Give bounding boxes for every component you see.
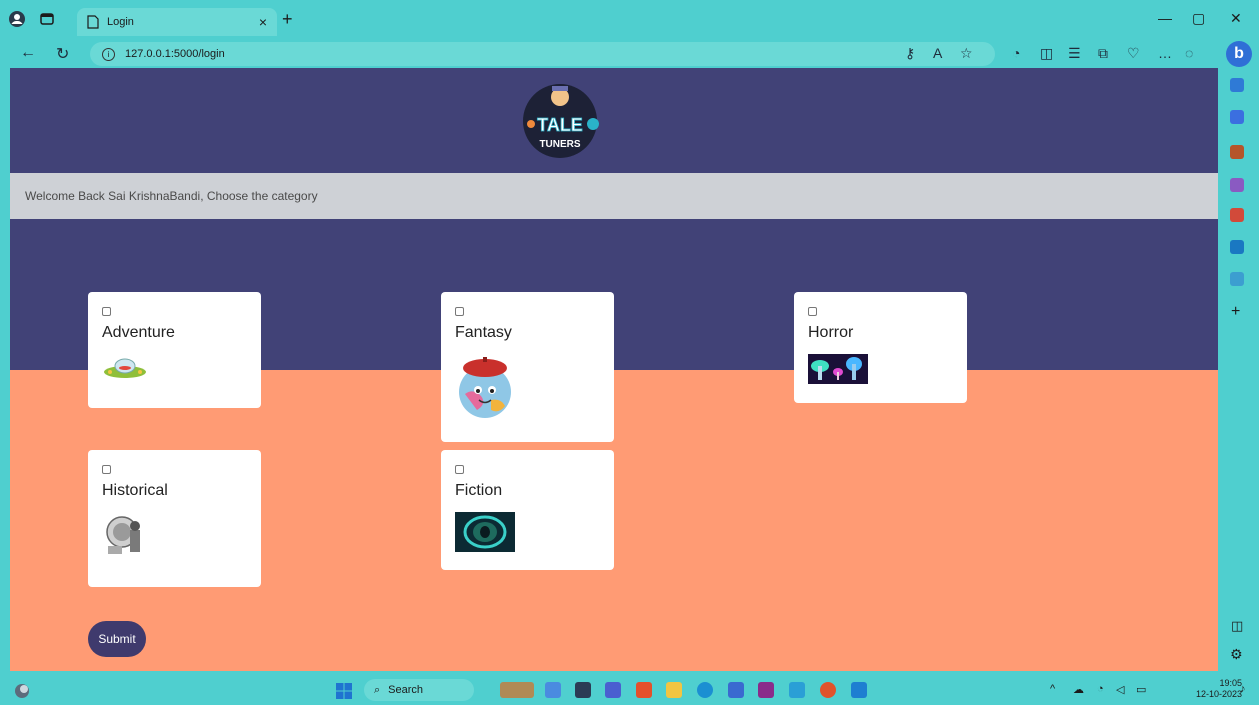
taskbar-clock[interactable]: 19:05 12-10-2023 [1196,678,1242,700]
back-arrow-icon[interactable]: ← [20,44,36,62]
welcome-text: Welcome Back Sai KrishnaBandi, Choose th… [25,189,318,203]
historical-checkbox[interactable] [102,465,111,474]
beret-globe-image [459,357,511,418]
onedrive-icon[interactable]: ☁ [1073,683,1084,696]
address-bar[interactable]: i 127.0.0.1:5000/login [90,42,995,66]
key-icon[interactable]: ⚷ [905,45,915,62]
collections-icon[interactable]: ⧉ [1098,45,1108,62]
ufo-image [104,358,146,378]
vscode-icon[interactable] [851,682,867,698]
desktop-icon[interactable] [575,682,591,698]
store-icon[interactable] [728,682,744,698]
knight-armor-image [102,512,146,558]
info-icon[interactable]: i [102,47,115,61]
fantasy-checkbox[interactable] [455,307,464,316]
windows-start-icon[interactable] [335,682,353,700]
widgets-icon[interactable] [500,682,534,698]
bing-icon[interactable]: b [1226,41,1252,67]
chevron-up-icon[interactable]: ^ [1050,683,1055,695]
navigation-bar: ← ↻ i 127.0.0.1:5000/login ⚷ A ☆ ◔ ◫ ☰ ⧉… [0,40,1222,68]
taskbar-search[interactable]: ⌕ Search [364,679,474,701]
notification-bell-icon[interactable]: ♪ [1240,683,1246,695]
clock-time: 19:05 [1219,678,1243,688]
tab-title: Login [107,16,134,28]
copilot-icon[interactable]: ◌ [1185,45,1193,61]
edge-icon[interactable] [697,682,713,698]
git-icon[interactable] [789,682,805,698]
category-card-horror[interactable]: Horror [794,292,967,403]
teams-icon[interactable] [605,682,621,698]
file-explorer-icon[interactable] [666,682,682,698]
logo-text-top: TALE [537,115,583,135]
send-icon[interactable] [1230,272,1244,286]
new-tab-button[interactable]: + [282,9,293,30]
minimize-button[interactable]: — [1158,10,1172,26]
adventure-checkbox[interactable] [102,307,111,316]
close-tab-icon[interactable]: × [259,14,267,30]
submit-button[interactable]: Submit [88,621,146,657]
add-icon[interactable]: + [1231,303,1240,321]
tab-actions-icon[interactable] [36,8,58,30]
outlook-icon[interactable] [1230,240,1244,254]
portal-image [455,512,515,552]
extensions-icon[interactable]: ◔ [1012,45,1020,61]
fiction-checkbox[interactable] [455,465,464,474]
category-label: Horror [808,324,854,341]
more-icon[interactable]: … [1158,45,1172,61]
settings-icon[interactable]: ⚙ [1230,646,1243,663]
battery-icon[interactable]: ▭ [1136,683,1146,696]
volume-icon[interactable]: ◁ [1116,683,1124,696]
category-label: Fantasy [455,324,512,341]
category-card-adventure[interactable]: Adventure [88,292,261,408]
mushroom-forest-image [808,354,868,384]
chess-icon[interactable] [1230,178,1244,192]
windows-taskbar: ⌕ Search ^ ☁ ◔ ◁ ▭ 19:05 12-10-2023 ♪ [0,675,1259,705]
search-label: Search [388,684,424,696]
briefcase-icon[interactable] [1230,145,1244,159]
tale-tuners-logo: TALE TUNERS [523,84,599,158]
category-label: Fiction [455,482,503,499]
category-card-fiction[interactable]: Fiction [441,450,614,570]
split-screen-icon[interactable]: ◫ [1040,45,1053,62]
logo-text-bottom: TUNERS [539,139,580,150]
close-window-button[interactable]: ✕ [1230,10,1242,27]
favorite-star-icon[interactable]: ☆ [960,45,973,62]
edge-sidebar [1222,40,1259,675]
tag-icon[interactable] [1230,110,1244,124]
read-aloud-icon[interactable]: A [933,45,942,61]
category-card-fantasy[interactable]: Fantasy [441,292,614,442]
search-icon[interactable] [1230,78,1244,92]
app-icon[interactable] [758,682,774,698]
profile-icon[interactable] [6,8,28,30]
weather-icon[interactable] [14,683,30,699]
tab-login[interactable]: Login × [77,8,277,36]
category-label: Adventure [102,324,175,341]
page-viewport: TALE TUNERS Welcome Back Sai KrishnaBand… [10,68,1218,671]
page-icon [87,15,99,29]
url-text: 127.0.0.1:5000/login [125,48,225,60]
powerpoint-icon[interactable] [820,682,836,698]
restore-button[interactable]: ▢ [1192,10,1205,27]
horror-checkbox[interactable] [808,307,817,316]
heart-icon[interactable]: ♡ [1127,45,1140,62]
favorites-icon[interactable]: ☰ [1068,45,1081,62]
search-icon: ⌕ [374,683,381,696]
welcome-banner: Welcome Back Sai KrishnaBandi, Choose th… [10,173,1218,219]
layout-icon[interactable]: ◫ [1231,618,1243,634]
refresh-icon[interactable]: ↻ [56,44,69,64]
browser-titlebar: Login × + — ▢ ✕ [0,0,1259,40]
clock-date: 12-10-2023 [1196,689,1243,699]
task-view-icon[interactable] [545,682,561,698]
brave-icon[interactable] [636,682,652,698]
office-icon[interactable] [1230,208,1244,222]
category-card-historical[interactable]: Historical [88,450,261,587]
wifi-icon[interactable]: ◔ [1097,683,1104,695]
category-label: Historical [102,482,168,499]
